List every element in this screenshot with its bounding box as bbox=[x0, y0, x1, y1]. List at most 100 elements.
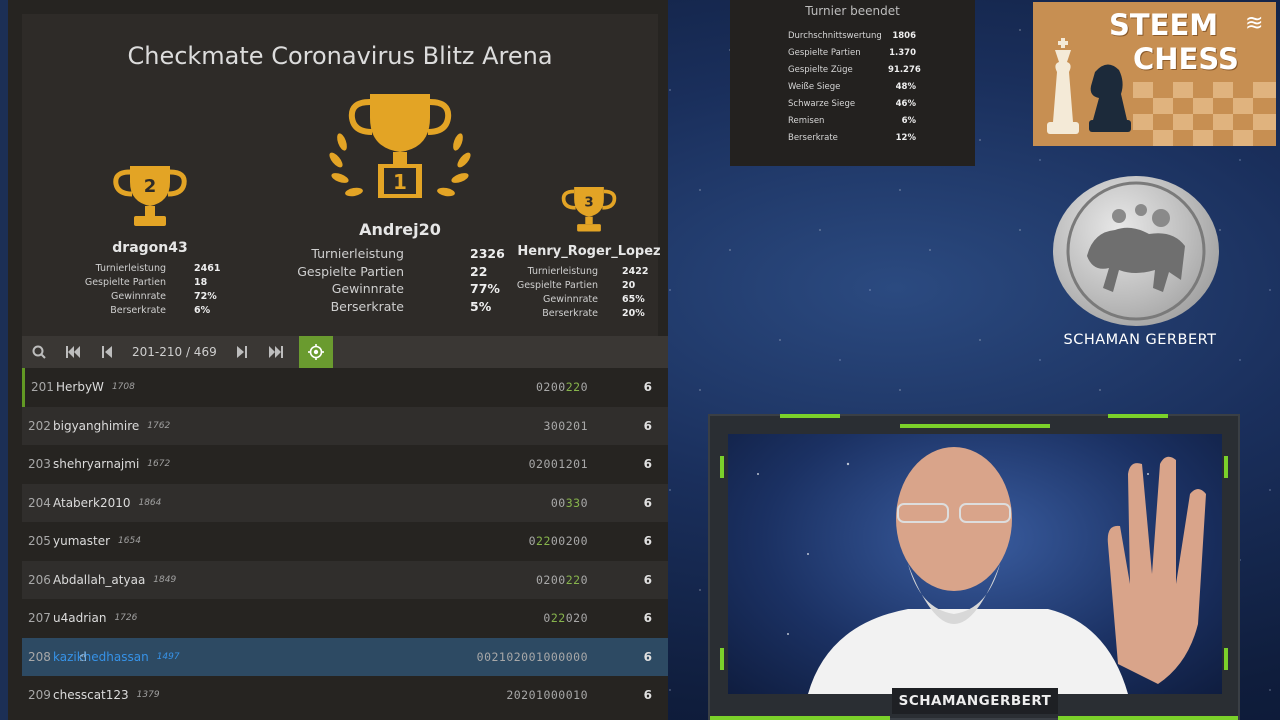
score-sheet-segment: 002102001000000 bbox=[476, 649, 588, 664]
player-name[interactable]: Abdallah_atyaa bbox=[53, 573, 145, 587]
table-row[interactable]: 204 Ataberk2010 1864 00330 6 bbox=[22, 483, 668, 522]
player-name[interactable]: dragon43 bbox=[62, 240, 238, 256]
stat-label: Berserkrate bbox=[788, 133, 838, 143]
stat-row: Remisen 6% bbox=[730, 113, 975, 130]
stat-row: Durchschnittswertung 1806 bbox=[730, 28, 975, 45]
player-rating: 1864 bbox=[138, 497, 162, 508]
table-row[interactable]: 202 bigyanghimire 1762 300201 6 bbox=[22, 406, 668, 445]
score-sheet-segment: 22 bbox=[550, 611, 566, 626]
score-sheet: 20201000010 bbox=[506, 688, 588, 702]
rank: 203 bbox=[28, 457, 51, 472]
pagination-bar: 201-210 / 469 bbox=[22, 336, 668, 368]
stat-label: Remisen bbox=[788, 116, 825, 126]
score-sheet-segment: 20201000010 bbox=[506, 688, 588, 703]
page-range: 201-210 / 469 bbox=[132, 345, 217, 359]
stat-label: Durchschnittswertung bbox=[788, 31, 882, 41]
score-sheet-segment: 00200 bbox=[550, 534, 588, 549]
score-sheet: 00330 bbox=[551, 496, 588, 510]
player-rating: 1726 bbox=[114, 613, 138, 624]
stat-value: 91.276 bbox=[888, 65, 921, 75]
score-sheet-segment: 0 bbox=[580, 495, 588, 510]
tournament-title: Checkmate Coronavirus Blitz Arena bbox=[127, 42, 553, 70]
logo-word-steem: STEEM bbox=[1109, 8, 1219, 42]
score-sheet-segment: 22 bbox=[565, 380, 581, 395]
svg-text:3: 3 bbox=[584, 195, 593, 210]
player-rating: 1497 bbox=[156, 651, 180, 662]
last-page-icon[interactable] bbox=[259, 336, 293, 368]
next-page-icon[interactable] bbox=[225, 336, 259, 368]
score-sheet-segment: 02001201 bbox=[528, 457, 588, 472]
player-rating: 1654 bbox=[118, 536, 141, 547]
stats-header: Turnier beendet bbox=[805, 4, 900, 18]
table-row[interactable]: 205 yumaster 1654 02200200 6 bbox=[22, 522, 668, 561]
score-sheet-segment: 22 bbox=[565, 572, 581, 587]
player-name[interactable]: Andrej20 bbox=[280, 220, 520, 239]
podium-second-place: 2 dragon43 Turnierleistung 2461 Gespielte… bbox=[62, 162, 238, 318]
stat-label: Weiße Siege bbox=[788, 82, 841, 92]
logo-word-chess: CHESS bbox=[1133, 42, 1239, 76]
search-icon[interactable] bbox=[22, 336, 56, 368]
steem-wave-icon: ≋ bbox=[1245, 11, 1263, 36]
player-rating: 1672 bbox=[147, 459, 171, 470]
stat-value: 46% bbox=[895, 99, 916, 109]
player-name[interactable]: bigyanghimire bbox=[53, 419, 139, 433]
player-rating: 1379 bbox=[136, 690, 160, 701]
rank: 204 bbox=[28, 495, 51, 510]
table-row[interactable]: 208 kazikhedhassan 1497 002102001000000 6 ☝ bbox=[22, 637, 668, 676]
stat-row: Schwarze Siege 46% bbox=[730, 96, 975, 113]
player-name[interactable]: chesscat123 bbox=[53, 688, 129, 702]
stat-row: Gespielte Züge 91.276 bbox=[730, 62, 975, 79]
player-name[interactable]: yumaster bbox=[53, 534, 110, 548]
score-sheet-segment: 0200 bbox=[536, 380, 566, 395]
player-rating: 1708 bbox=[111, 382, 135, 393]
tournament-panel: Checkmate Coronavirus Blitz Arena 2 drag… bbox=[8, 0, 668, 720]
score-sheet: 02200200 bbox=[529, 534, 588, 548]
score-sheet-segment: 33 bbox=[565, 495, 581, 510]
player-name[interactable]: shehryarnajmi bbox=[53, 457, 139, 471]
rank: 209 bbox=[28, 688, 51, 703]
total-score: 6 bbox=[643, 572, 652, 587]
total-score: 6 bbox=[643, 457, 652, 472]
rank: 206 bbox=[28, 572, 51, 587]
first-page-icon[interactable] bbox=[56, 336, 90, 368]
total-score: 6 bbox=[643, 534, 652, 549]
rank: 202 bbox=[28, 418, 51, 433]
player-name[interactable]: u4adrian bbox=[53, 611, 106, 625]
stat-value: 6% bbox=[901, 116, 916, 126]
left-edge-strip bbox=[0, 0, 8, 720]
tournament-stats-box: Turnier beendet Durchschnittswertung 1806… bbox=[730, 0, 975, 166]
total-score: 6 bbox=[643, 611, 652, 626]
podium-first-place: 1 Andrej20 Turnierleistung 2326 Gespielte… bbox=[280, 92, 520, 315]
score-sheet-segment: 0 bbox=[580, 380, 588, 395]
trophy-laurel-icon: 1 bbox=[329, 94, 471, 198]
rank: 208 bbox=[28, 649, 51, 664]
score-sheet-segment: 0200 bbox=[536, 572, 566, 587]
score-sheet-segment: 0 bbox=[528, 534, 537, 549]
celtic-coin-image bbox=[1053, 176, 1219, 326]
player-name[interactable]: kazikhedhassan bbox=[53, 650, 149, 664]
rank: 205 bbox=[28, 534, 51, 549]
my-rank-target-button[interactable] bbox=[298, 336, 333, 368]
player-name[interactable]: HerbyW bbox=[56, 380, 104, 394]
table-row[interactable]: 206 Abdallah_atyaa 1849 0200220 6 bbox=[22, 560, 668, 599]
score-sheet-segment: 22 bbox=[536, 534, 551, 549]
stat-value: 12% bbox=[895, 133, 916, 143]
player-name[interactable]: Ataberk2010 bbox=[53, 496, 130, 510]
table-row[interactable]: 203 shehryarnajmi 1672 02001201 6 bbox=[22, 445, 668, 484]
total-score: 6 bbox=[643, 688, 652, 703]
stat-value: 1806 bbox=[892, 31, 916, 41]
total-score: 6 bbox=[643, 495, 652, 510]
player-name[interactable]: Henry_Roger_Lopez bbox=[514, 244, 664, 259]
total-score: 6 bbox=[643, 380, 652, 395]
score-sheet-segment: 0 bbox=[543, 611, 551, 626]
score-sheet: 0200220 bbox=[536, 573, 588, 587]
table-row[interactable]: 207 u4adrian 1726 022020 6 bbox=[22, 599, 668, 638]
table-row[interactable]: 201 HerbyW 1708 0200220 6 bbox=[22, 368, 668, 407]
stat-value: 1.370 bbox=[889, 48, 916, 58]
coin-caption: SCHAMAN GERBERT bbox=[1063, 332, 1217, 348]
table-row[interactable]: 209 chesscat123 1379 20201000010 6 bbox=[22, 676, 668, 715]
stat-row: Gespielte Partien 1.370 bbox=[730, 45, 975, 62]
score-sheet-segment: 00 bbox=[550, 495, 566, 510]
previous-page-icon[interactable] bbox=[90, 336, 124, 368]
score-sheet: 002102001000000 bbox=[477, 650, 588, 664]
